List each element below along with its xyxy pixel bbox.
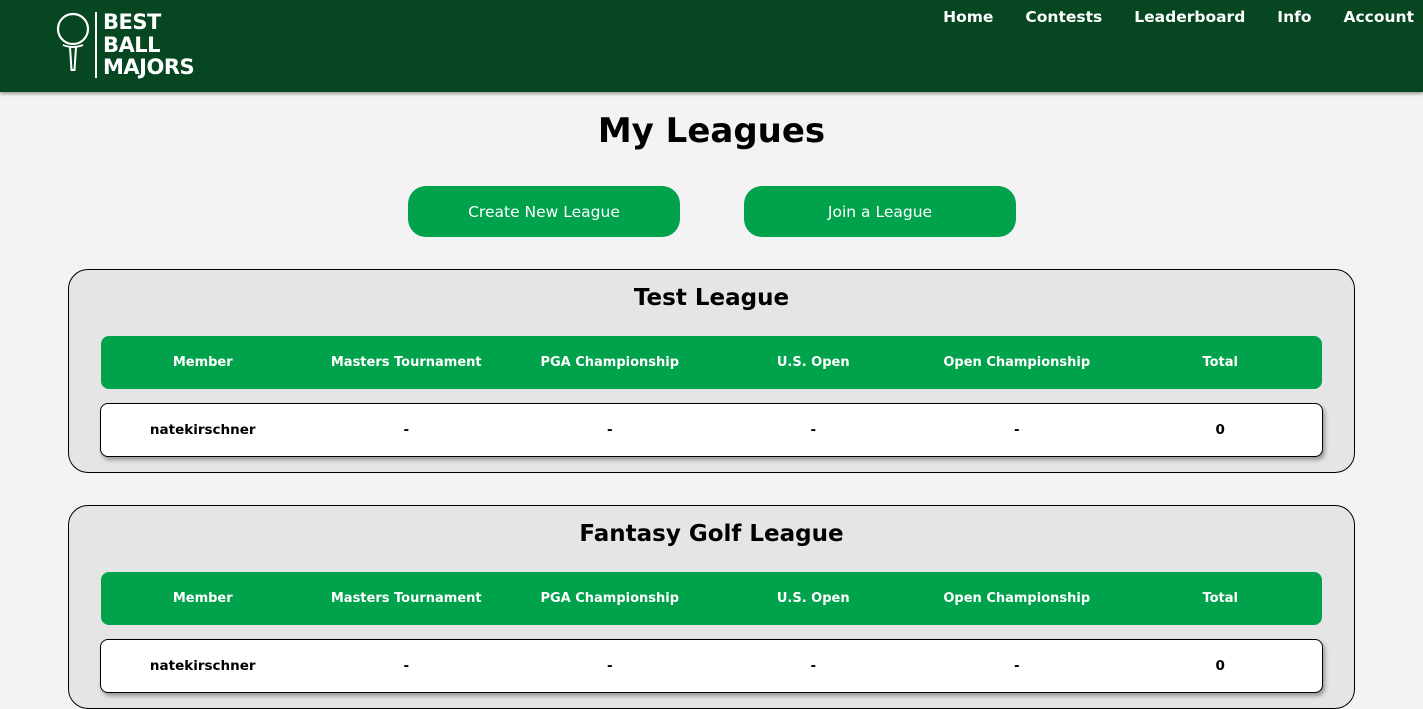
column-header-open-championship: Open Championship bbox=[915, 572, 1119, 625]
join-league-button[interactable]: Join a League bbox=[744, 186, 1016, 237]
column-header-pga: PGA Championship bbox=[508, 336, 712, 389]
main-nav: Home Contests Leaderboard Info Account bbox=[927, 0, 1423, 34]
golf-ball-on-tee-icon bbox=[56, 12, 94, 78]
total-score: 0 bbox=[1119, 640, 1323, 692]
column-header-us-open: U.S. Open bbox=[712, 336, 916, 389]
league-name: Fantasy Golf League bbox=[69, 518, 1354, 550]
open-championship-score: - bbox=[915, 404, 1119, 456]
pga-score: - bbox=[508, 640, 712, 692]
masters-score: - bbox=[305, 640, 509, 692]
site-header: BEST BALL MAJORS Home Contests Leaderboa… bbox=[0, 0, 1423, 92]
table-row[interactable]: natekirschner - - - - 0 bbox=[100, 639, 1323, 693]
column-header-us-open: U.S. Open bbox=[712, 572, 916, 625]
nav-home[interactable]: Home bbox=[927, 0, 1009, 34]
league-card-fantasy-golf-league: Fantasy Golf League Member Masters Tourn… bbox=[68, 505, 1355, 709]
column-header-member: Member bbox=[101, 572, 305, 625]
us-open-score: - bbox=[712, 404, 916, 456]
logo-line-best: BEST bbox=[103, 12, 194, 33]
column-header-member: Member bbox=[101, 336, 305, 389]
logo-wordmark: BEST BALL MAJORS bbox=[95, 12, 194, 78]
logo-line-ball: BALL bbox=[103, 35, 194, 56]
site-logo[interactable]: BEST BALL MAJORS bbox=[56, 12, 206, 80]
league-name: Test League bbox=[69, 282, 1354, 314]
nav-account[interactable]: Account bbox=[1328, 0, 1423, 34]
league-card-test-league: Test League Member Masters Tournament PG… bbox=[68, 269, 1355, 473]
standings-header: Member Masters Tournament PGA Championsh… bbox=[101, 572, 1322, 625]
column-header-masters: Masters Tournament bbox=[305, 572, 509, 625]
member-name: natekirschner bbox=[101, 404, 305, 456]
nav-contests[interactable]: Contests bbox=[1009, 0, 1118, 34]
column-header-total: Total bbox=[1119, 336, 1323, 389]
standings-header: Member Masters Tournament PGA Championsh… bbox=[101, 336, 1322, 389]
total-score: 0 bbox=[1119, 404, 1323, 456]
us-open-score: - bbox=[712, 640, 916, 692]
nav-leaderboard[interactable]: Leaderboard bbox=[1118, 0, 1261, 34]
pga-score: - bbox=[508, 404, 712, 456]
table-row[interactable]: natekirschner - - - - 0 bbox=[100, 403, 1323, 457]
open-championship-score: - bbox=[915, 640, 1119, 692]
member-name: natekirschner bbox=[101, 640, 305, 692]
nav-info[interactable]: Info bbox=[1261, 0, 1327, 34]
column-header-masters: Masters Tournament bbox=[305, 336, 509, 389]
create-league-button[interactable]: Create New League bbox=[408, 186, 680, 237]
page-title: My Leagues bbox=[0, 108, 1423, 154]
column-header-open-championship: Open Championship bbox=[915, 336, 1119, 389]
logo-line-majors: MAJORS bbox=[103, 57, 194, 78]
masters-score: - bbox=[305, 404, 509, 456]
column-header-pga: PGA Championship bbox=[508, 572, 712, 625]
column-header-total: Total bbox=[1119, 572, 1323, 625]
